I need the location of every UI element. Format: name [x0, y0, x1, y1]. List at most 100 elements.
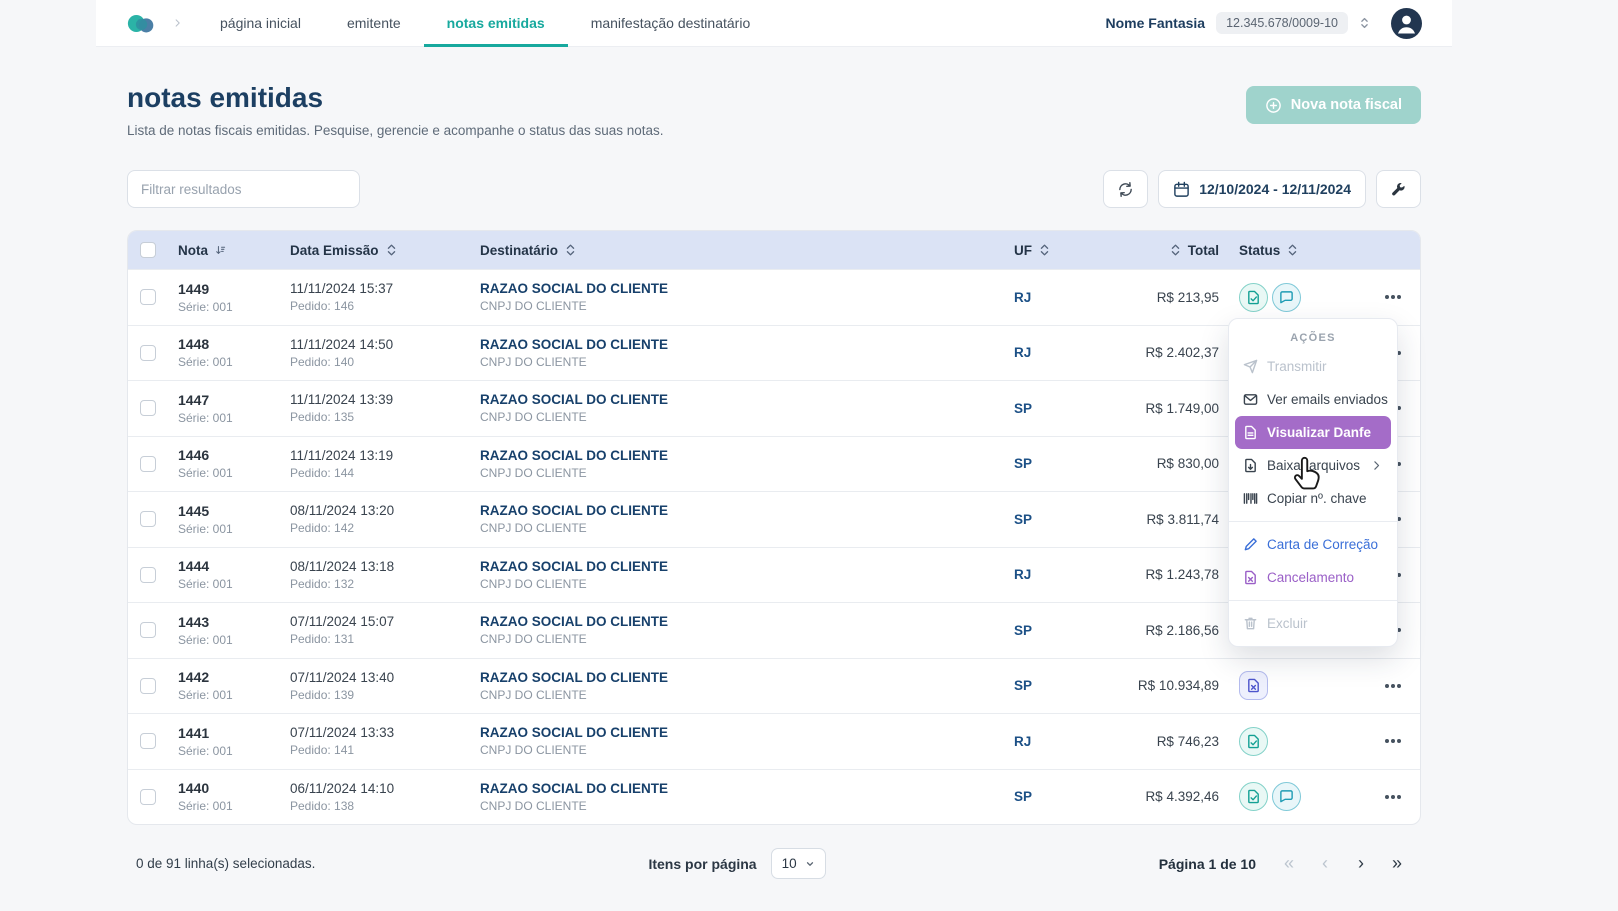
- pager-button[interactable]: ‹: [1310, 849, 1340, 879]
- destinatario-link[interactable]: RAZAO SOCIAL DO CLIENTE: [480, 337, 994, 352]
- menu-item[interactable]: Carta de Correção: [1235, 528, 1391, 561]
- emission-date: 11/11/2024 15:37: [290, 281, 460, 296]
- destinatario-link[interactable]: RAZAO SOCIAL DO CLIENTE: [480, 781, 994, 796]
- destinatario-link[interactable]: RAZAO SOCIAL DO CLIENTE: [480, 448, 994, 463]
- date-range-button[interactable]: 12/10/2024 - 12/11/2024: [1158, 170, 1366, 208]
- destinatario-cnpj: CNPJ DO CLIENTE: [480, 410, 994, 424]
- per-page-select[interactable]: 10: [771, 848, 826, 879]
- column-header[interactable]: Data Emissão: [280, 243, 470, 258]
- row-checkbox[interactable]: [140, 511, 156, 527]
- column-header[interactable]: Destinatário: [470, 243, 1004, 258]
- main-nav: página inicialemitentenotas emitidasmani…: [197, 0, 773, 47]
- menu-item[interactable]: Cancelamento: [1235, 561, 1391, 594]
- chevron-right-icon: [1370, 459, 1383, 472]
- destinatario-link[interactable]: RAZAO SOCIAL DO CLIENTE: [480, 392, 994, 407]
- trash-icon: [1243, 616, 1258, 631]
- row-checkbox[interactable]: [140, 289, 156, 305]
- menu-item[interactable]: Visualizar Danfe: [1235, 416, 1391, 449]
- menu-item[interactable]: Excluir: [1235, 607, 1391, 640]
- menu-item[interactable]: Transmitir: [1235, 350, 1391, 383]
- account-area: Nome Fantasia 12.345.678/0009-10: [1105, 8, 1422, 39]
- row-actions-button[interactable]: [1385, 785, 1401, 809]
- row-checkbox[interactable]: [140, 400, 156, 416]
- refresh-button[interactable]: [1103, 170, 1148, 208]
- edit-icon: [1243, 537, 1258, 552]
- row-checkbox[interactable]: [140, 622, 156, 638]
- emission-date: 06/11/2024 14:10: [290, 781, 460, 796]
- nav-item[interactable]: emitente: [324, 0, 424, 47]
- menu-item-label: Excluir: [1267, 616, 1308, 631]
- pedido-number: Pedido: 139: [290, 688, 460, 702]
- row-actions-button[interactable]: [1385, 729, 1401, 753]
- row-checkbox[interactable]: [140, 456, 156, 472]
- emission-date: 08/11/2024 13:20: [290, 503, 460, 518]
- column-header[interactable]: Status: [1229, 243, 1366, 258]
- sort-icon: [1039, 243, 1050, 257]
- row-checkbox[interactable]: [140, 567, 156, 583]
- column-header-label: Data Emissão: [290, 243, 379, 258]
- nav-item[interactable]: notas emitidas: [424, 0, 568, 47]
- new-invoice-button[interactable]: Nova nota fiscal: [1246, 86, 1421, 124]
- destinatario-cnpj: CNPJ DO CLIENTE: [480, 632, 994, 646]
- doc-check-icon[interactable]: [1239, 782, 1268, 811]
- filter-input[interactable]: [127, 170, 360, 208]
- pager-button[interactable]: ›: [1346, 849, 1376, 879]
- app-logo-icon[interactable]: [126, 12, 158, 35]
- top-navbar: página inicialemitentenotas emitidasmani…: [96, 0, 1452, 47]
- actions-menu: AÇÕES Transmitir Ver emails enviados Vis…: [1228, 318, 1398, 647]
- nota-number: 1446: [178, 447, 270, 463]
- nota-number: 1445: [178, 503, 270, 519]
- cnpj-badge: 12.345.678/0009-10: [1216, 12, 1348, 34]
- row-checkbox[interactable]: [140, 789, 156, 805]
- table-row: 1448 Série: 001 11/11/2024 14:50 Pedido:…: [128, 325, 1420, 381]
- menu-item-label: Copiar nº. chave: [1267, 491, 1366, 506]
- settings-tools-button[interactable]: [1376, 170, 1421, 208]
- user-avatar[interactable]: [1391, 8, 1422, 39]
- destinatario-link[interactable]: RAZAO SOCIAL DO CLIENTE: [480, 559, 994, 574]
- row-actions-button[interactable]: [1385, 285, 1401, 309]
- sort-desc-icon: [215, 243, 226, 257]
- row-actions-button[interactable]: [1385, 674, 1401, 698]
- destinatario-cnpj: CNPJ DO CLIENTE: [480, 521, 994, 535]
- doc-check-icon[interactable]: [1239, 727, 1268, 756]
- row-checkbox[interactable]: [140, 345, 156, 361]
- row-checkbox[interactable]: [140, 678, 156, 694]
- destinatario-link[interactable]: RAZAO SOCIAL DO CLIENTE: [480, 503, 994, 518]
- chat-icon[interactable]: [1272, 283, 1301, 312]
- menu-item[interactable]: Baixar arquivos: [1235, 449, 1391, 482]
- select-all-checkbox[interactable]: [140, 242, 156, 258]
- chat-icon[interactable]: [1272, 782, 1301, 811]
- doc-cancel-icon[interactable]: [1239, 671, 1268, 700]
- column-header-label: UF: [1014, 243, 1032, 258]
- nav-item[interactable]: página inicial: [197, 0, 324, 47]
- column-header-label: Status: [1239, 243, 1280, 258]
- destinatario-cnpj: CNPJ DO CLIENTE: [480, 355, 994, 369]
- destinatario-link[interactable]: RAZAO SOCIAL DO CLIENTE: [480, 281, 994, 296]
- menu-item-label: Transmitir: [1267, 359, 1327, 374]
- toolbar: 12/10/2024 - 12/11/2024: [127, 170, 1421, 208]
- column-header[interactable]: UF: [1004, 243, 1062, 258]
- destinatario-cnpj: CNPJ DO CLIENTE: [480, 466, 994, 480]
- pager-button[interactable]: «: [1274, 849, 1304, 879]
- menu-item[interactable]: Copiar nº. chave: [1235, 482, 1391, 515]
- row-checkbox[interactable]: [140, 733, 156, 749]
- nav-item[interactable]: manifestação destinatário: [568, 0, 774, 47]
- menu-item[interactable]: Ver emails enviados: [1235, 383, 1391, 416]
- pager-button[interactable]: »: [1382, 849, 1412, 879]
- company-selector-icon[interactable]: [1359, 16, 1370, 30]
- selection-count: 0 de 91 linha(s) selecionadas.: [136, 856, 315, 871]
- date-range-value: 12/10/2024 - 12/11/2024: [1199, 181, 1351, 197]
- uf-value: SP: [1004, 456, 1062, 471]
- table-footer: 0 de 91 linha(s) selecionadas. Itens por…: [127, 848, 1421, 879]
- destinatario-link[interactable]: RAZAO SOCIAL DO CLIENTE: [480, 725, 994, 740]
- total-value: R$ 3.811,74: [1062, 512, 1229, 527]
- sort-icon: [1170, 243, 1181, 257]
- doc-check-icon[interactable]: [1239, 283, 1268, 312]
- total-value: R$ 2.402,37: [1062, 345, 1229, 360]
- column-header[interactable]: Nota: [168, 243, 280, 258]
- uf-value: SP: [1004, 512, 1062, 527]
- actions-menu-title: AÇÕES: [1235, 325, 1391, 350]
- destinatario-link[interactable]: RAZAO SOCIAL DO CLIENTE: [480, 670, 994, 685]
- column-header[interactable]: Total: [1062, 243, 1229, 258]
- destinatario-link[interactable]: RAZAO SOCIAL DO CLIENTE: [480, 614, 994, 629]
